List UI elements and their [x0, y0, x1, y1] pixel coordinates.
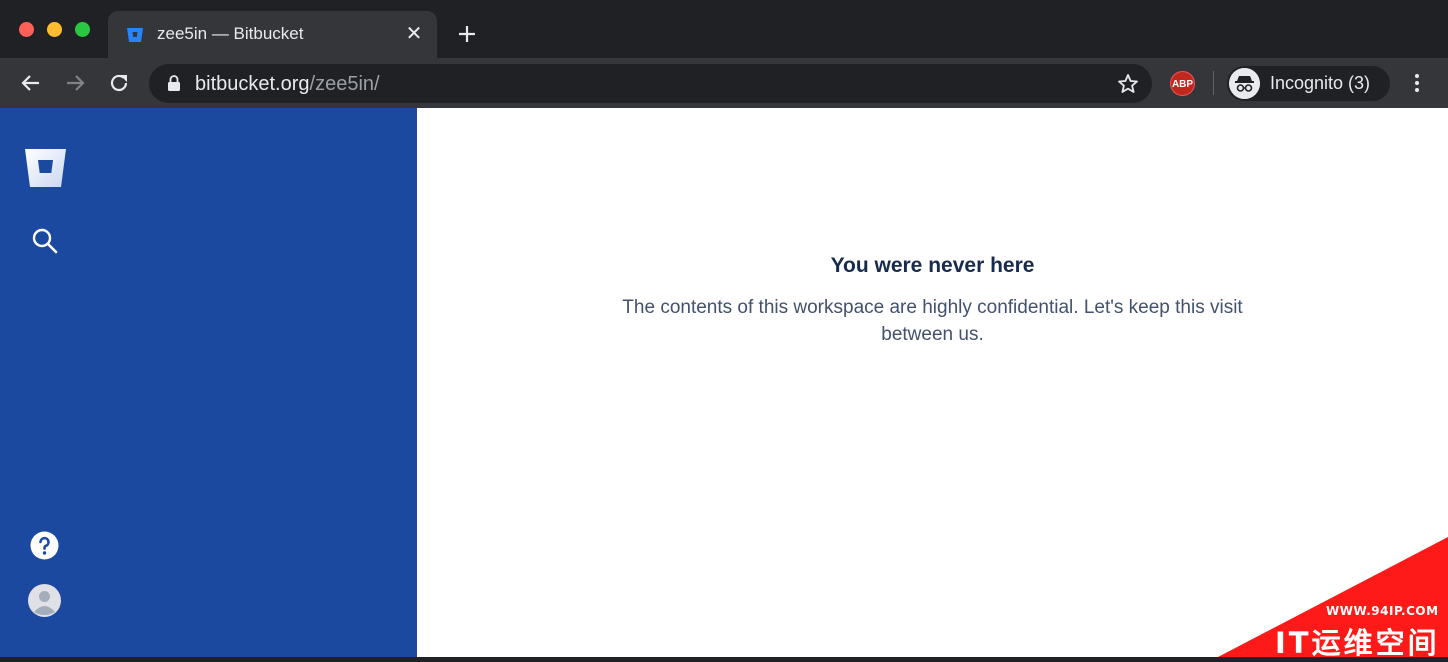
- tab-title: zee5in — Bitbucket: [157, 24, 304, 43]
- forward-arrow-icon[interactable]: [62, 70, 88, 96]
- bitbucket-logo-icon[interactable]: [24, 148, 67, 188]
- bookmark-star-icon[interactable]: [1116, 72, 1140, 96]
- incognito-icon: [1229, 68, 1260, 99]
- lock-icon: [168, 75, 180, 91]
- browser-titlebar: zee5in — Bitbucket ✕: [0, 0, 1448, 58]
- search-icon[interactable]: [31, 227, 58, 254]
- avatar[interactable]: [28, 584, 61, 617]
- address-bar[interactable]: bitbucket.org/zee5in/: [149, 64, 1152, 103]
- watermark-url: WWW.94IP.COM: [1326, 604, 1439, 618]
- bitbucket-sidebar: [0, 108, 417, 657]
- url-host: bitbucket.org: [195, 73, 310, 95]
- incognito-label: Incognito (3): [1270, 73, 1371, 93]
- url-text: bitbucket.org/zee5in/: [195, 73, 380, 96]
- page-title: You were never here: [830, 254, 1035, 277]
- more-menu-icon[interactable]: [1405, 71, 1429, 95]
- watermark-text: IT运维空间: [1275, 626, 1440, 660]
- close-window-button[interactable]: [19, 22, 34, 37]
- minimize-window-button[interactable]: [47, 22, 62, 37]
- maximize-window-button[interactable]: [75, 22, 90, 37]
- bitbucket-favicon-icon: [127, 28, 143, 42]
- tab-close-icon[interactable]: ✕: [403, 23, 425, 45]
- reload-icon[interactable]: [106, 70, 132, 96]
- browser-tab[interactable]: zee5in — Bitbucket ✕: [108, 11, 437, 58]
- toolbar-divider: [1213, 71, 1214, 95]
- browser-toolbar: bitbucket.org/zee5in/ ABP Incognito (3): [0, 58, 1448, 108]
- page-description: The contents of this workspace are highl…: [622, 297, 1243, 345]
- incognito-profile-button[interactable]: Incognito (3): [1227, 66, 1390, 101]
- adblock-extension-icon[interactable]: ABP: [1170, 71, 1195, 96]
- help-icon[interactable]: [30, 531, 59, 560]
- url-path: /zee5in/: [309, 73, 380, 95]
- plus-icon[interactable]: [454, 21, 480, 47]
- back-arrow-icon[interactable]: [18, 70, 44, 96]
